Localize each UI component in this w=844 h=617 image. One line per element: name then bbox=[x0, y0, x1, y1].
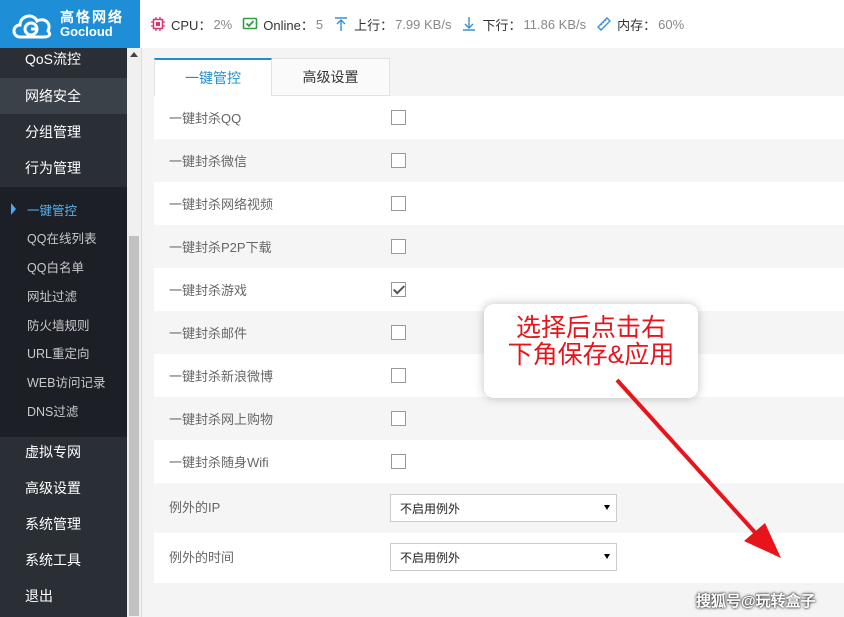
watermark: 搜狐号@玩转盒子 bbox=[696, 593, 816, 610]
annotation-arrow-icon bbox=[615, 378, 781, 558]
